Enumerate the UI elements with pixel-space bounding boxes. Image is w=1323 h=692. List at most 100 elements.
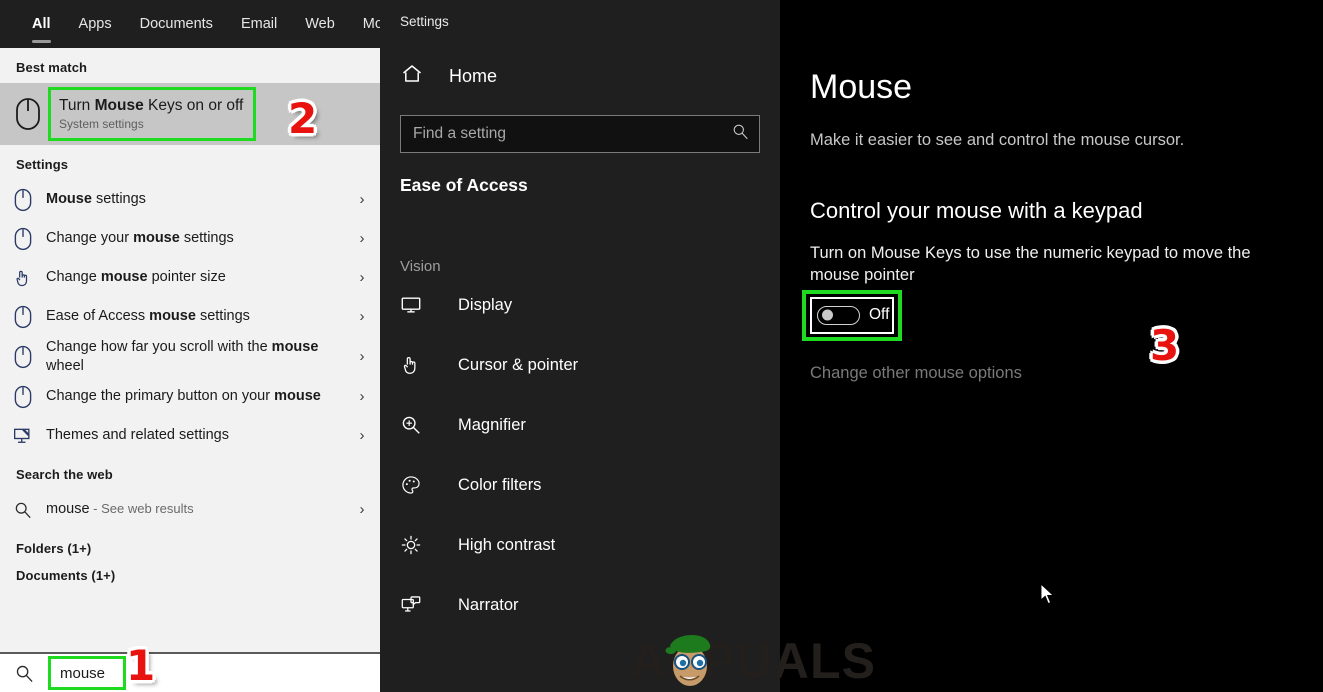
sidebar-item-home[interactable]: Home	[380, 53, 780, 99]
label-post: settings	[195, 308, 250, 325]
sidebar-item-magnifier[interactable]: Magnifier	[380, 395, 780, 455]
best-match-heading: Best match	[16, 60, 88, 75]
search-input[interactable]: mouse	[60, 665, 105, 682]
tab-email[interactable]: Email	[227, 0, 291, 48]
narrator-icon	[400, 594, 434, 616]
tab-documents[interactable]: Documents	[126, 0, 227, 48]
tab-documents-label: Documents	[139, 16, 213, 32]
step-marker-3: 3	[1150, 321, 1180, 370]
result-item-change-scroll-wheel[interactable]: Change how far you scroll with the mouse…	[0, 336, 380, 377]
search-icon	[0, 501, 46, 519]
result-label: Ease of Access mouse settings	[46, 307, 344, 326]
sidebar-item-high-contrast[interactable]: High contrast	[380, 515, 780, 575]
toggle-state-label: Off	[869, 306, 890, 324]
toggle-switch-knob	[822, 309, 833, 321]
sidebar-item-high-contrast-label: High contrast	[458, 535, 556, 554]
settings-category-title: Ease of Access	[400, 175, 528, 195]
tab-all-label: All	[32, 16, 51, 32]
home-icon	[400, 62, 424, 91]
sidebar-item-narrator[interactable]: Narrator	[380, 575, 780, 635]
taskbar-search-bar[interactable]: mouse	[0, 652, 380, 692]
result-item-mouse-settings[interactable]: Mouse settings ›	[0, 180, 380, 219]
label-keyword: mouse	[100, 269, 148, 286]
chevron-right-icon[interactable]: ›	[344, 501, 380, 518]
display-icon	[400, 294, 434, 316]
result-label: Change your mouse settings	[46, 229, 344, 248]
best-match-result[interactable]: Turn Mouse Keys on or off System setting…	[0, 83, 380, 145]
mouse-icon	[10, 97, 46, 131]
search-icon	[732, 123, 749, 145]
result-label: Change mouse pointer size	[46, 268, 344, 287]
label-pre: Change how far you scroll with the	[46, 339, 272, 355]
search-icon	[0, 664, 48, 683]
result-item-change-primary-button[interactable]: Change the primary button on your mouse …	[0, 377, 380, 416]
best-match-title: Turn Mouse Keys on or off	[59, 97, 253, 115]
label-pre: Change your	[46, 230, 134, 247]
chevron-right-icon[interactable]: ›	[344, 269, 380, 286]
result-item-change-your-mouse-settings[interactable]: Change your mouse settings ›	[0, 219, 380, 258]
label-keyword: Mouse	[46, 191, 92, 208]
section-title: Control your mouse with a keypad	[810, 198, 1143, 223]
result-label: mouse - See web results	[46, 500, 344, 519]
find-a-setting-input[interactable]: Find a setting	[400, 115, 760, 153]
mouse-icon	[0, 227, 46, 251]
label-post: wheel	[46, 357, 84, 374]
hand-pointer-icon	[0, 268, 46, 288]
result-label: Change how far you scroll with the mouse…	[46, 338, 344, 375]
chevron-right-icon[interactable]: ›	[344, 427, 380, 444]
magnifier-icon	[400, 414, 434, 436]
result-item-themes-and-related-settings[interactable]: Themes and related settings ›	[0, 416, 380, 455]
label-pre: Themes and related settings	[46, 427, 229, 444]
tab-apps[interactable]: Apps	[65, 0, 126, 48]
label-keyword: mouse	[274, 388, 321, 405]
color-filters-icon	[400, 474, 434, 496]
search-filter-tabs: All Apps Documents Email Web Mo	[0, 0, 383, 48]
chevron-right-icon[interactable]: ›	[344, 230, 380, 247]
label-keyword: mouse	[271, 339, 319, 355]
chevron-right-icon[interactable]: ›	[344, 191, 380, 208]
windows-search-flyout: All Apps Documents Email Web Mo Best mat…	[0, 0, 383, 692]
chevron-right-icon[interactable]: ›	[344, 308, 380, 325]
mouse-keys-toggle[interactable]: Off	[810, 296, 894, 334]
sidebar-item-cursor-pointer-label: Cursor & pointer	[458, 355, 579, 374]
result-item-change-mouse-pointer-size[interactable]: Change mouse pointer size ›	[0, 258, 380, 297]
sidebar-item-color-filters[interactable]: Color filters	[380, 455, 780, 515]
toggle-switch-track[interactable]	[817, 305, 860, 325]
result-item-ease-of-access-mouse-settings[interactable]: Ease of Access mouse settings ›	[0, 297, 380, 336]
settings-app-title: Settings	[400, 14, 449, 29]
find-a-setting-placeholder: Find a setting	[413, 125, 507, 142]
result-label: Mouse settings	[46, 190, 344, 209]
label-keyword: mouse	[149, 308, 196, 325]
step-marker-2: 2	[288, 94, 318, 143]
best-match-title-keyword: Mouse	[94, 96, 144, 114]
best-match-subtitle: System settings	[59, 117, 144, 132]
screenshot-root: All Apps Documents Email Web Mo Best mat…	[0, 0, 1323, 692]
mouse-icon	[0, 385, 46, 409]
tab-all[interactable]: All	[18, 0, 65, 48]
mouse-keys-toggle-wrapper: Off	[802, 289, 902, 341]
page-title: Mouse	[810, 68, 913, 106]
sidebar-item-color-filters-label: Color filters	[458, 475, 542, 494]
result-item-web-search[interactable]: mouse - See web results ›	[0, 490, 380, 529]
result-label: Change the primary button on your mouse	[46, 387, 344, 406]
label-pre: Ease of Access	[46, 308, 150, 325]
settings-navigation-panel: Settings Home Find a setting Ease of Acc…	[380, 0, 780, 692]
label-post: settings	[91, 191, 146, 208]
documents-heading: Documents (1+)	[16, 568, 116, 584]
mouse-icon	[0, 345, 46, 369]
best-match-title-suffix: Keys on or off	[143, 96, 244, 114]
tab-email-label: Email	[240, 16, 278, 32]
tab-web[interactable]: Web	[291, 0, 349, 48]
sidebar-item-display[interactable]: Display	[380, 275, 780, 335]
web-search-term: mouse	[46, 501, 90, 518]
themes-icon	[0, 426, 46, 446]
change-other-mouse-options-link[interactable]: Change other mouse options	[780, 334, 1323, 383]
cursor-pointer-icon	[400, 354, 434, 376]
sidebar-item-display-label: Display	[458, 295, 513, 314]
section-description: Turn on Mouse Keys to use the numeric ke…	[810, 244, 1251, 285]
page-subtitle: Make it easier to see and control the mo…	[810, 131, 1185, 149]
tab-apps-label: Apps	[78, 16, 112, 32]
chevron-right-icon[interactable]: ›	[344, 348, 380, 365]
chevron-right-icon[interactable]: ›	[344, 388, 380, 405]
sidebar-item-cursor-pointer[interactable]: Cursor & pointer	[380, 335, 780, 395]
